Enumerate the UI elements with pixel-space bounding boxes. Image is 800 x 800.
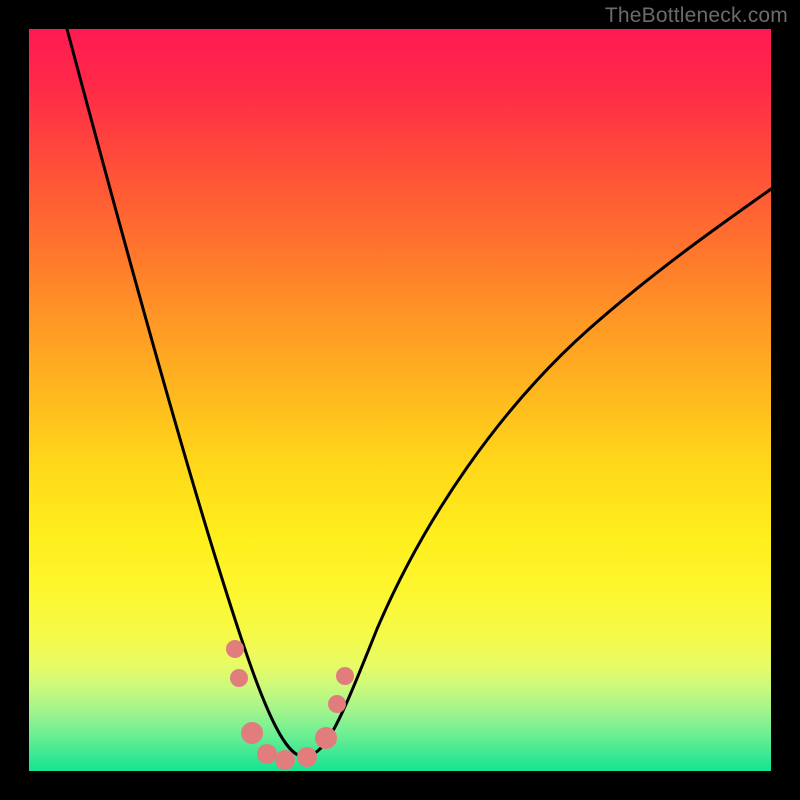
marker-dot xyxy=(297,747,317,767)
marker-dot xyxy=(328,695,346,713)
chart-svg xyxy=(29,29,771,771)
marker-dot xyxy=(257,744,277,764)
bottleneck-curve xyxy=(67,29,771,756)
marker-dot xyxy=(226,640,244,658)
attribution-text: TheBottleneck.com xyxy=(605,4,788,28)
marker-dot xyxy=(241,722,263,744)
marker-dot xyxy=(230,669,248,687)
plot-area xyxy=(29,29,771,771)
marker-dot xyxy=(336,667,354,685)
chart-frame: TheBottleneck.com xyxy=(0,0,800,800)
marker-dot xyxy=(275,750,295,770)
marker-dot xyxy=(315,727,337,749)
